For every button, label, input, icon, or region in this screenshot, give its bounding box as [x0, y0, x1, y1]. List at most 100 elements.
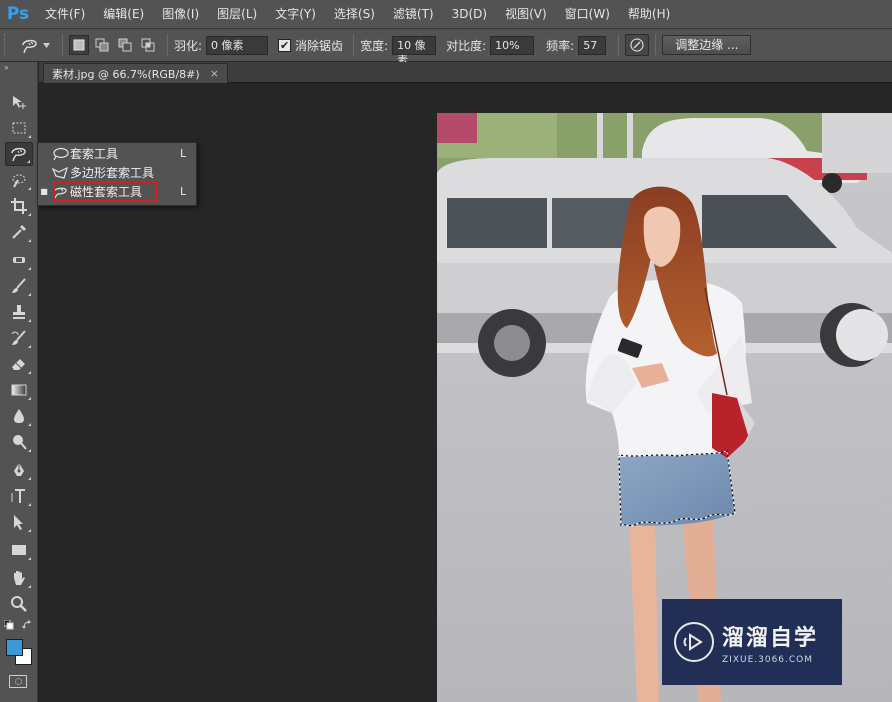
menu-view[interactable]: 视图(V): [496, 0, 556, 28]
feather-label: 羽化:: [174, 38, 203, 53]
tool-rectangle[interactable]: [5, 538, 33, 562]
menu-edit[interactable]: 编辑(E): [94, 0, 153, 28]
document-tab-bar: 素材.jpg @ 66.7%(RGB/8#) ×: [39, 62, 892, 83]
healing-brush-icon: [13, 257, 25, 263]
contrast-input[interactable]: 10%: [490, 35, 535, 55]
selected-bullet: ■: [40, 187, 48, 196]
quick-selection-icon: [12, 174, 26, 188]
menu-file[interactable]: 文件(F): [36, 0, 94, 28]
swap-colors-icon[interactable]: [22, 620, 32, 630]
lasso-icon: [50, 146, 70, 162]
tool-dodge[interactable]: [5, 430, 33, 454]
tool-lasso[interactable]: [5, 142, 33, 166]
toolbox: »: [0, 62, 38, 702]
options-bar: 羽化: 0 像素 ✔ 消除锯齿 宽度: 10 像素 对比度: 10% 频率: 5…: [0, 28, 892, 67]
tool-healing-brush[interactable]: [5, 248, 33, 272]
new-selection-button[interactable]: [69, 35, 89, 55]
separator: [618, 34, 620, 56]
tool-path-selection[interactable]: [5, 510, 33, 534]
chevron-down-icon: [43, 42, 50, 48]
dodge-icon: [13, 435, 27, 450]
pen-pressure-button[interactable]: [625, 34, 650, 56]
submenu-indicator: [28, 267, 31, 270]
magnetic-lasso-icon: [22, 39, 37, 54]
rectangular-marquee-icon: [12, 122, 26, 134]
tool-blur[interactable]: [5, 404, 33, 428]
tool-history-brush[interactable]: [5, 326, 33, 350]
subtract-from-selection-button[interactable]: [115, 35, 135, 55]
tool-clone-stamp[interactable]: [5, 300, 33, 324]
width-input[interactable]: 10 像素: [392, 35, 437, 67]
eraser-icon: [12, 359, 25, 370]
flyout-item-polygonal-lasso[interactable]: 多边形套索工具: [38, 163, 196, 182]
submenu-indicator: [28, 503, 31, 506]
submenu-indicator: [28, 585, 31, 588]
tool-pen[interactable]: [5, 458, 33, 482]
antialias-checkbox[interactable]: ✔: [278, 38, 292, 52]
document-tab[interactable]: 素材.jpg @ 66.7%(RGB/8#) ×: [43, 63, 228, 83]
submenu-indicator: [28, 557, 31, 560]
tool-crop[interactable]: [5, 194, 33, 218]
tool-zoom[interactable]: [5, 592, 33, 616]
rectangle-shape-icon: [12, 545, 26, 555]
check-icon: ✔: [279, 38, 290, 52]
menu-bar: Ps 文件(F) 编辑(E) 图像(I) 图层(L) 文字(Y) 选择(S) 滤…: [0, 0, 892, 28]
magnetic-lasso-icon: [11, 147, 26, 162]
separator: [353, 34, 355, 56]
quick-mask-icon: [14, 678, 22, 685]
tool-hand[interactable]: [5, 566, 33, 590]
feather-input[interactable]: 0 像素: [206, 35, 269, 55]
tool-eraser[interactable]: [5, 352, 33, 376]
add-to-selection-button[interactable]: [92, 35, 112, 55]
intersect-selection-icon: [141, 38, 155, 52]
photoshop-logo[interactable]: Ps: [0, 0, 36, 28]
history-brush-icon: [11, 330, 26, 345]
flyout-item-shortcut: L: [180, 147, 187, 160]
submenu-indicator: [28, 397, 31, 400]
tool-type[interactable]: [5, 484, 33, 508]
submenu-indicator: [28, 293, 31, 296]
menu-type[interactable]: 文字(Y): [266, 0, 325, 28]
menu-window[interactable]: 窗口(W): [556, 0, 619, 28]
submenu-indicator: [28, 239, 31, 242]
menu-help[interactable]: 帮助(H): [619, 0, 679, 28]
toolbox-collapse[interactable]: »: [0, 62, 37, 72]
flyout-item-lasso[interactable]: 套索工具 L: [38, 144, 196, 163]
menu-filter[interactable]: 滤镜(T): [384, 0, 443, 28]
options-grip[interactable]: [4, 34, 14, 56]
watermark-title: 溜溜自学: [722, 625, 819, 651]
gradient-icon: [11, 384, 27, 396]
tool-brush[interactable]: [5, 274, 33, 298]
quick-mask-button[interactable]: [9, 675, 27, 688]
submenu-indicator: [27, 160, 30, 163]
intersect-selection-button[interactable]: [138, 35, 158, 55]
tool-marquee[interactable]: [5, 116, 33, 140]
submenu-indicator: [28, 319, 31, 322]
document-tab-title: 素材.jpg @ 66.7%(RGB/8#): [52, 67, 200, 81]
frequency-input[interactable]: 57: [578, 35, 607, 55]
submenu-indicator: [28, 345, 31, 348]
foreground-color-swatch[interactable]: [6, 639, 23, 656]
menu-select[interactable]: 选择(S): [325, 0, 384, 28]
default-colors-icon[interactable]: [4, 620, 14, 630]
refine-edge-button[interactable]: 调整边缘 ...: [662, 35, 752, 55]
menu-layer[interactable]: 图层(L): [208, 0, 266, 28]
flyout-item-label: 套索工具: [70, 147, 119, 161]
close-icon[interactable]: ×: [210, 67, 219, 80]
menu-items: 文件(F) 编辑(E) 图像(I) 图层(L) 文字(Y) 选择(S) 滤镜(T…: [36, 0, 679, 28]
tool-gradient[interactable]: [5, 378, 33, 402]
menu-3d[interactable]: 3D(D): [443, 0, 496, 28]
submenu-indicator: [28, 477, 31, 480]
play-logo-icon: [674, 622, 714, 662]
brush-icon: [12, 278, 26, 293]
contrast-label: 对比度:: [446, 38, 487, 53]
submenu-indicator: [28, 449, 31, 452]
tool-move[interactable]: [5, 90, 33, 114]
tool-quick-selection[interactable]: [5, 168, 33, 192]
menu-image[interactable]: 图像(I): [153, 0, 208, 28]
flyout-item-shortcut: L: [180, 185, 187, 198]
move-icon: [13, 96, 26, 109]
tool-preset-picker[interactable]: [14, 32, 56, 58]
tool-eyedropper[interactable]: [5, 220, 33, 244]
add-selection-icon: [95, 38, 109, 52]
